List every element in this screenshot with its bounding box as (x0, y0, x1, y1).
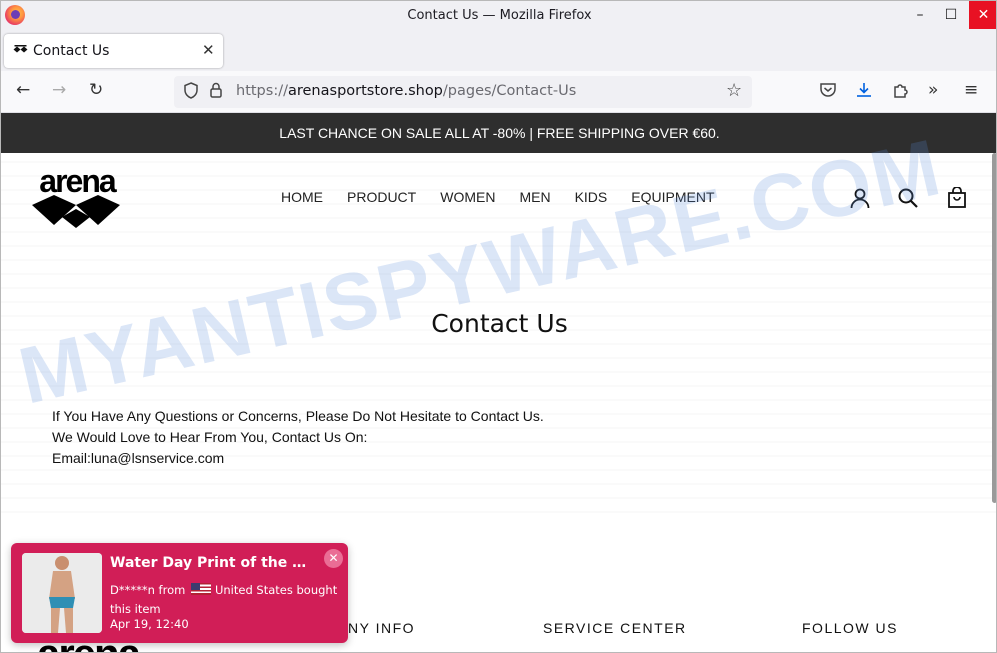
back-button[interactable]: ← (16, 80, 30, 100)
cart-icon[interactable] (946, 187, 968, 209)
pocket-icon[interactable] (819, 82, 837, 103)
reload-button[interactable]: ↻ (89, 80, 103, 100)
arena-favicon-icon (13, 45, 28, 53)
lock-icon[interactable] (209, 82, 223, 102)
overflow-icon[interactable]: » (928, 80, 938, 100)
firefox-window: Contact Us — Mozilla Firefox – ☐ ✕ Conta… (0, 0, 997, 653)
sales-notification-popup[interactable]: Water Day Print of the Mont... D*****n f… (11, 543, 348, 643)
maximize-button[interactable]: ☐ (936, 1, 966, 29)
download-icon[interactable] (855, 81, 873, 104)
popup-close-icon[interactable]: ✕ (324, 549, 343, 568)
navigation-toolbar: ← → ↻ https://arenasportstore.shop/pages… (1, 71, 996, 113)
forward-button[interactable]: → (52, 80, 66, 100)
star-icon[interactable]: ☆ (726, 80, 742, 101)
close-window-button[interactable]: ✕ (969, 1, 996, 29)
shield-icon[interactable] (183, 82, 199, 103)
menu-icon[interactable]: ≡ (964, 80, 978, 100)
url-bar[interactable]: https://arenasportstore.shop/pages/Conta… (174, 76, 752, 108)
us-flag-icon (190, 583, 211, 595)
site-logo[interactable]: arena (32, 165, 122, 229)
url-text[interactable]: https://arenasportstore.shop/pages/Conta… (236, 83, 576, 99)
tab-contact-us[interactable]: Contact Us ✕ (4, 34, 223, 68)
footer-heading-follow-us: FOLLOW US (802, 620, 898, 636)
arena-diamond-logo-icon (32, 195, 120, 228)
tab-strip: Contact Us ✕ + (1, 29, 996, 87)
product-thumbnail[interactable] (22, 553, 102, 633)
popup-message: D*****n from United States bought this it… (110, 583, 338, 616)
title-bar: Contact Us — Mozilla Firefox – ☐ ✕ (1, 1, 996, 29)
menu-item-women[interactable]: WOMEN (440, 189, 495, 205)
menu-item-home[interactable]: HOME (281, 189, 323, 205)
contact-text: If You Have Any Questions or Concerns, P… (52, 406, 544, 469)
popup-time: Apr 19, 12:40 (110, 617, 189, 631)
contact-email[interactable]: Email:luna@lsnservice.com (52, 448, 544, 469)
popup-title[interactable]: Water Day Print of the Mont... (110, 555, 315, 571)
extensions-icon[interactable] (892, 81, 910, 104)
page-title: Contact Us (431, 309, 568, 338)
menu-item-men[interactable]: MEN (519, 189, 550, 205)
tab-close-icon[interactable]: ✕ (202, 41, 215, 59)
contact-line: We Would Love to Hear From You, Contact … (52, 429, 368, 445)
minimize-button[interactable]: – (905, 1, 935, 29)
url-domain: arenasportstore.shop (287, 83, 443, 99)
window-title: Contact Us — Mozilla Firefox (407, 8, 592, 23)
web-page: LAST CHANCE ON SALE ALL AT -80% | FREE S… (1, 113, 996, 652)
menu-item-product[interactable]: PRODUCT (347, 189, 416, 205)
logo-text: arena (39, 163, 116, 199)
swimmer-image (22, 553, 102, 633)
tab-label: Contact Us (33, 43, 110, 59)
footer-heading-service-center: SERVICE CENTER (543, 620, 687, 636)
footer-heading-company-info: NY INFO (348, 620, 416, 636)
contact-line: If You Have Any Questions or Concerns, P… (52, 408, 544, 424)
